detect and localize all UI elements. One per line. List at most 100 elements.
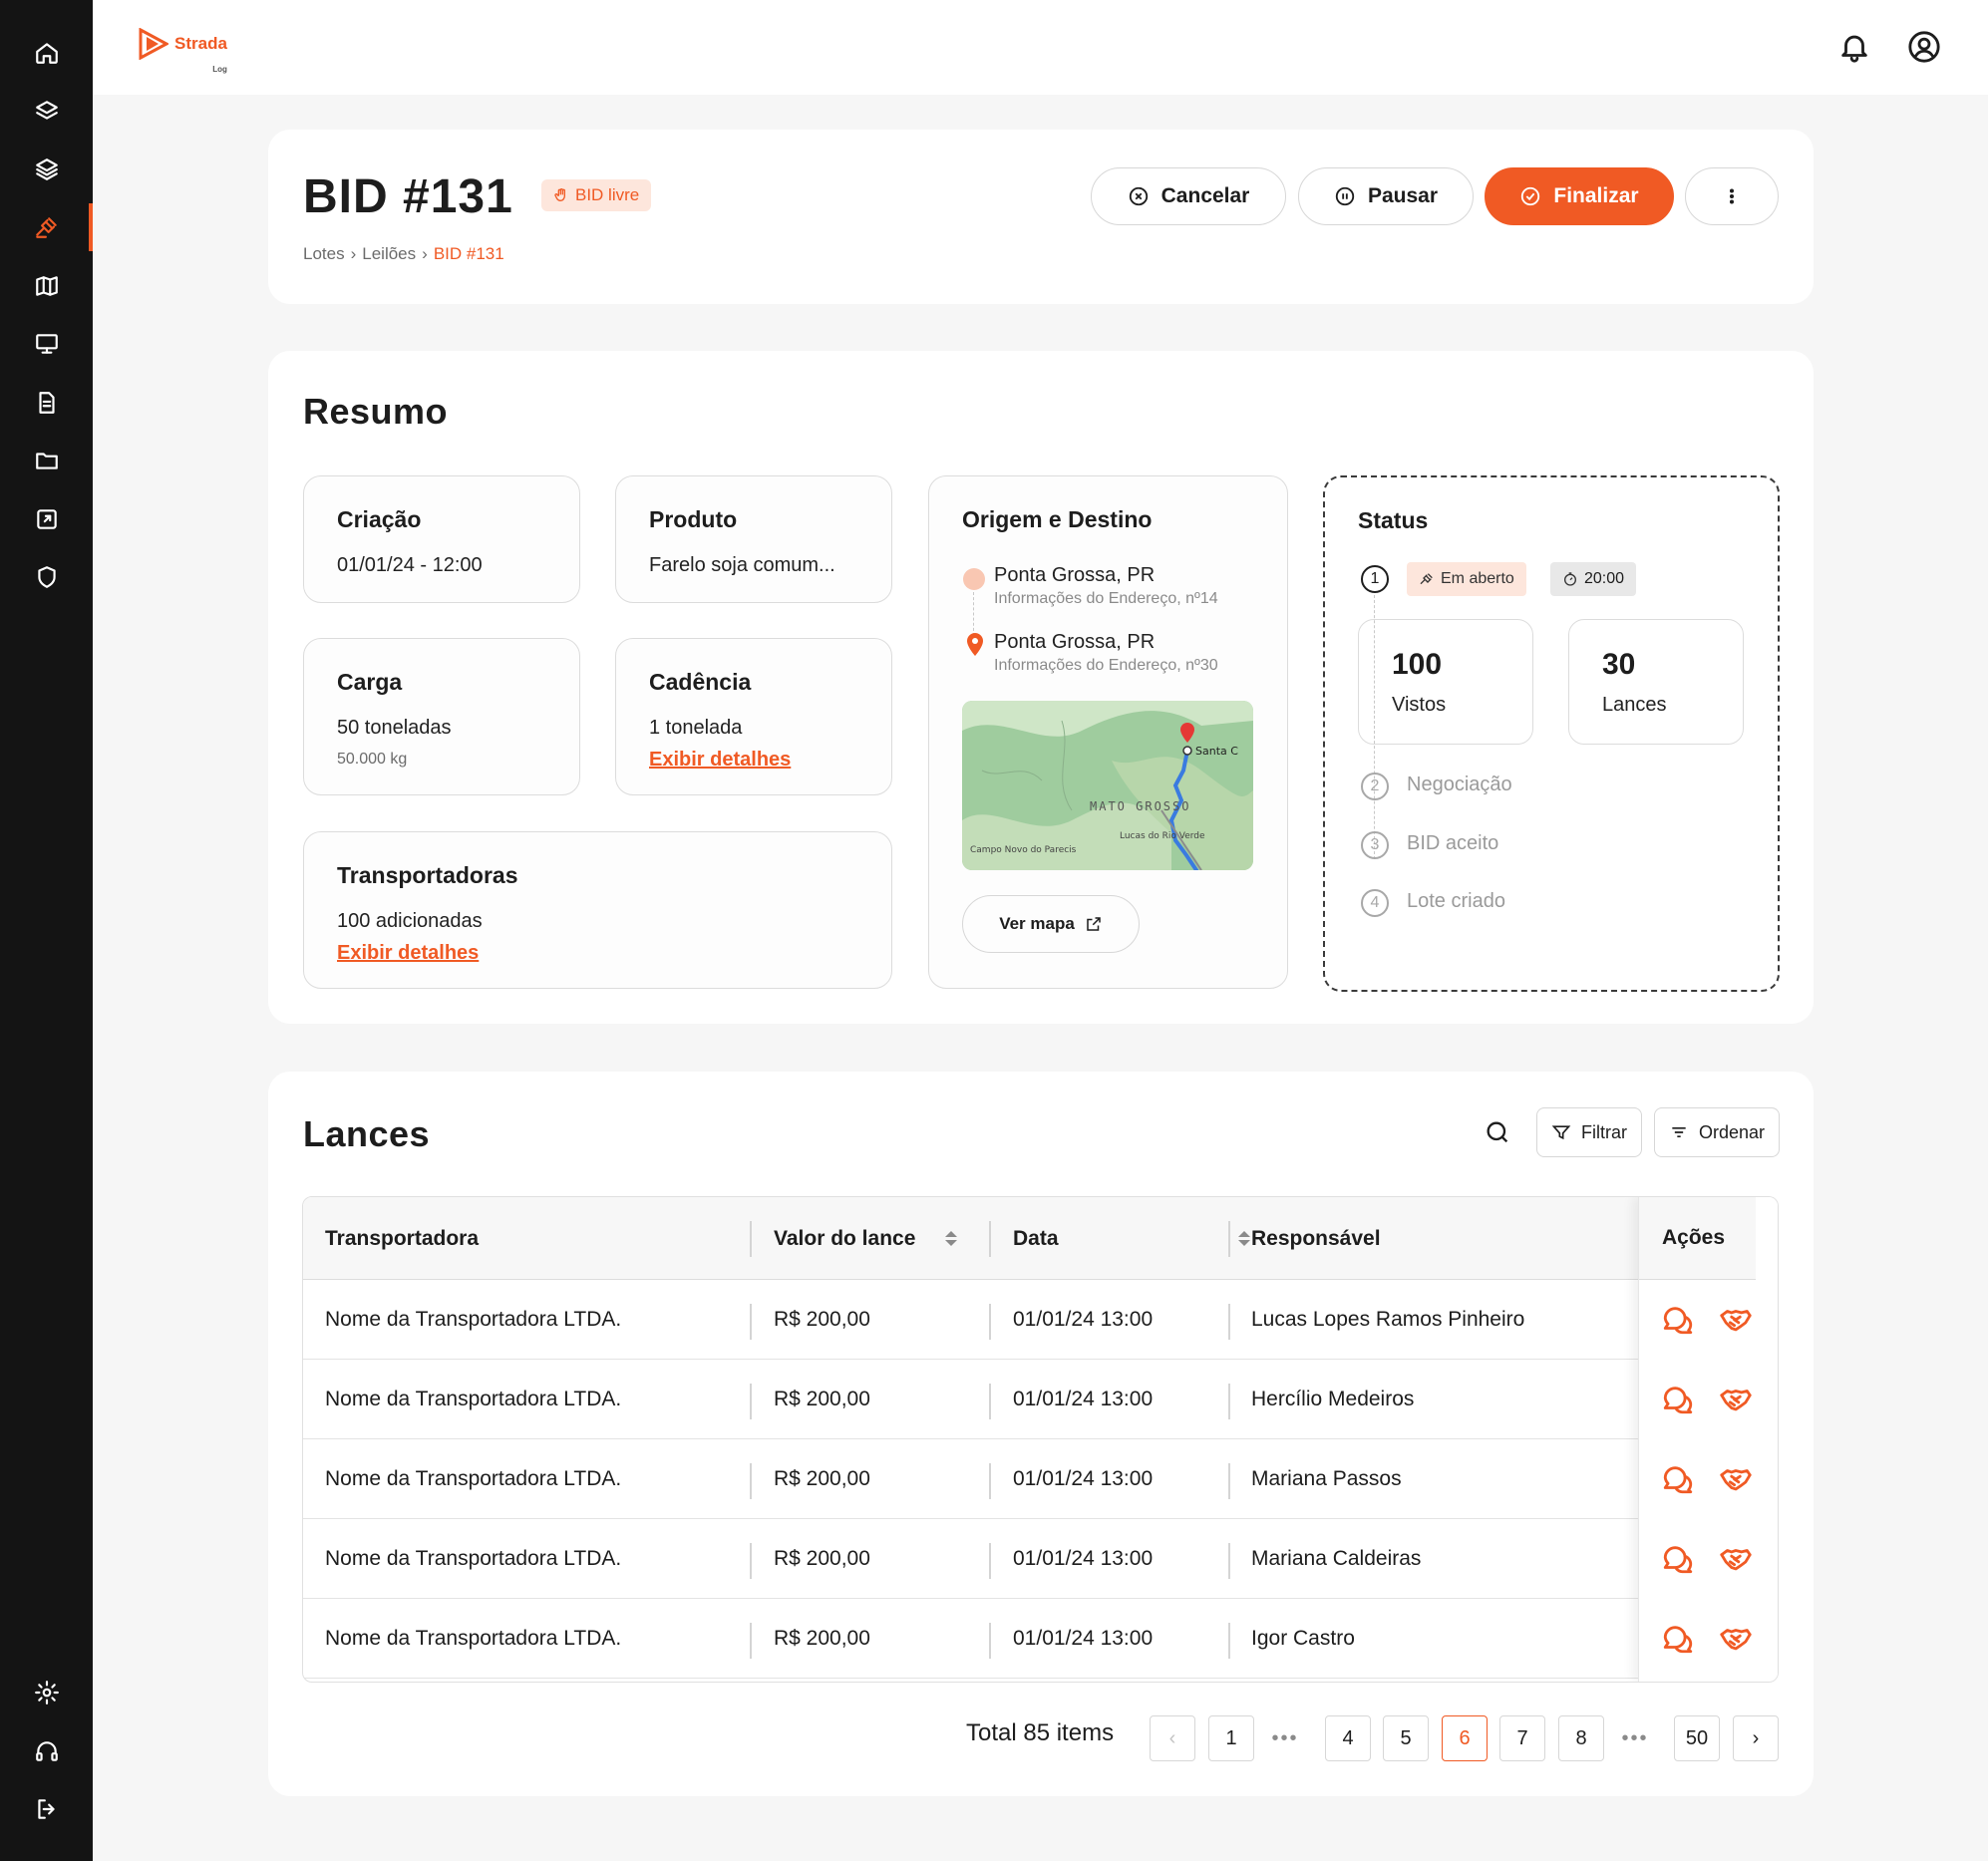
page-button-1[interactable]: 1: [1208, 1715, 1254, 1761]
column-separator: [750, 1463, 752, 1499]
column-carrier[interactable]: Transportadora: [325, 1197, 479, 1280]
map-icon[interactable]: [30, 269, 64, 303]
page-button-5[interactable]: 5: [1383, 1715, 1429, 1761]
sort-arrows-icon[interactable]: [1237, 1231, 1250, 1246]
brand-logo[interactable]: Strada Log: [139, 28, 227, 75]
table-row[interactable]: Nome da Transportadora LTDA. R$ 200,00 01/…: [303, 1599, 1778, 1679]
table-row[interactable]: Nome da Transportadora LTDA. R$ 200,00 01/…: [303, 1519, 1778, 1599]
column-separator: [750, 1384, 752, 1419]
gear-icon[interactable]: [30, 1676, 64, 1709]
pagination-ellipsis[interactable]: •••: [1265, 1715, 1305, 1761]
column-separator[interactable]: [989, 1221, 991, 1257]
chat-icon[interactable]: [1661, 1462, 1695, 1496]
sort-button[interactable]: Ordenar: [1654, 1107, 1780, 1157]
step-4-number: 4: [1361, 889, 1389, 917]
column-separator: [989, 1463, 991, 1499]
finish-label: Finalizar: [1553, 184, 1639, 207]
column-separator[interactable]: [1228, 1221, 1230, 1257]
document-icon[interactable]: [30, 386, 64, 420]
table-row[interactable]: Nome da Transportadora LTDA. R$ 200,00 01/…: [303, 1360, 1778, 1439]
status-panel: Status 1 Em aberto 20:00 100 Vistos 30 L…: [1323, 475, 1780, 992]
table-row[interactable]: Nome da Transportadora LTDA. R$ 200,00 01/…: [303, 1280, 1778, 1360]
column-separator: [1228, 1304, 1230, 1340]
gavel-icon[interactable]: [30, 210, 64, 244]
filter-button[interactable]: Filtrar: [1536, 1107, 1642, 1157]
logout-icon[interactable]: [30, 1792, 64, 1826]
badge-label: BID livre: [575, 185, 640, 204]
cadence-value: 1 tonelada: [649, 717, 743, 739]
headset-icon[interactable]: [30, 1734, 64, 1768]
pagination-ellipsis[interactable]: •••: [1615, 1715, 1655, 1761]
carriers-details-link[interactable]: Exibir detalhes: [337, 942, 479, 965]
export-icon[interactable]: [30, 502, 64, 536]
breadcrumb-leiloes[interactable]: Leilões: [362, 244, 416, 264]
page-title: BID #131: [303, 170, 513, 223]
step-1-number: 1: [1361, 565, 1389, 593]
handshake-icon[interactable]: [1719, 1303, 1753, 1337]
step-2-number: 2: [1361, 773, 1389, 800]
breadcrumb-separator: ›: [350, 244, 357, 263]
column-separator: [1228, 1463, 1230, 1499]
bids-value: 30: [1602, 648, 1636, 681]
page-button-4[interactable]: 4: [1325, 1715, 1371, 1761]
column-separator[interactable]: [750, 1221, 752, 1257]
page-button-50[interactable]: 50: [1674, 1715, 1720, 1761]
brand-name: Strada Log: [174, 35, 227, 75]
bid-type-badge: BID livre: [541, 179, 652, 211]
cell-responsible: Hercílio Medeiros: [1251, 1388, 1415, 1410]
page-button-6[interactable]: 6: [1442, 1715, 1488, 1761]
cell-date: 01/01/24 13:00: [1013, 1308, 1154, 1331]
search-icon[interactable]: [1484, 1118, 1511, 1146]
cell-carrier: Nome da Transportadora LTDA.: [325, 1388, 622, 1410]
chat-icon[interactable]: [1661, 1383, 1695, 1416]
cell-value: R$ 200,00: [774, 1467, 870, 1490]
user-icon[interactable]: [1907, 30, 1941, 64]
origin-dot-icon: [963, 568, 985, 590]
cadence-details-link[interactable]: Exibir detalhes: [649, 749, 791, 772]
destination-pin-icon: [967, 633, 983, 656]
prev-page-button[interactable]: ‹: [1150, 1715, 1195, 1761]
handshake-icon[interactable]: [1719, 1383, 1753, 1416]
summary-title: Resumo: [303, 391, 449, 432]
handshake-icon[interactable]: [1719, 1622, 1753, 1656]
pause-button[interactable]: Pausar: [1298, 167, 1474, 225]
map-label-lucas: Lucas do Rio Verde: [1120, 831, 1205, 841]
hand-icon: [554, 188, 565, 202]
column-separator: [989, 1543, 991, 1579]
more-options-button[interactable]: [1685, 167, 1779, 225]
sort-arrows-icon[interactable]: [945, 1231, 958, 1246]
finish-button[interactable]: Finalizar: [1485, 167, 1674, 225]
page-button-8[interactable]: 8: [1558, 1715, 1604, 1761]
route-map-thumbnail[interactable]: Santa C MATO GROSSO Campo Novo do Pareci…: [962, 701, 1253, 870]
shield-icon[interactable]: [30, 560, 64, 594]
sort-label: Ordenar: [1698, 1121, 1766, 1142]
folder-icon[interactable]: [30, 444, 64, 477]
column-date[interactable]: Data: [1013, 1197, 1250, 1280]
chat-icon[interactable]: [1661, 1303, 1695, 1337]
cell-date: 01/01/24 13:00: [1013, 1627, 1154, 1650]
view-map-button[interactable]: Ver mapa: [962, 895, 1140, 953]
stack-icon[interactable]: [30, 153, 64, 186]
cancel-button[interactable]: Cancelar: [1091, 167, 1286, 225]
cell-responsible: Lucas Lopes Ramos Pinheiro: [1251, 1308, 1525, 1331]
header-card: BID #131 BID livre Lotes › Leilões › BID…: [268, 130, 1814, 304]
handshake-icon[interactable]: [1719, 1462, 1753, 1496]
bell-icon[interactable]: [1837, 30, 1871, 64]
table-row[interactable]: Nome da Transportadora LTDA. R$ 200,00 01/…: [303, 1439, 1778, 1519]
column-responsible[interactable]: Responsável: [1251, 1197, 1381, 1280]
handshake-icon[interactable]: [1719, 1542, 1753, 1576]
route-title: Origem e Destino: [962, 506, 1153, 532]
chat-icon[interactable]: [1661, 1542, 1695, 1576]
chat-icon[interactable]: [1661, 1622, 1695, 1656]
column-date-label: Data: [1013, 1226, 1059, 1250]
next-page-button[interactable]: ›: [1733, 1715, 1779, 1761]
page-button-7[interactable]: 7: [1499, 1715, 1545, 1761]
map-label-campo-novo: Campo Novo do Parecis: [970, 845, 1077, 855]
column-value[interactable]: Valor do lance: [774, 1197, 958, 1280]
cell-carrier: Nome da Transportadora LTDA.: [325, 1547, 622, 1570]
breadcrumb-lotes[interactable]: Lotes: [303, 244, 345, 264]
monitor-icon[interactable]: [30, 327, 64, 361]
column-separator: [1228, 1543, 1230, 1579]
layers-icon[interactable]: [30, 94, 64, 128]
home-icon[interactable]: [30, 36, 64, 70]
